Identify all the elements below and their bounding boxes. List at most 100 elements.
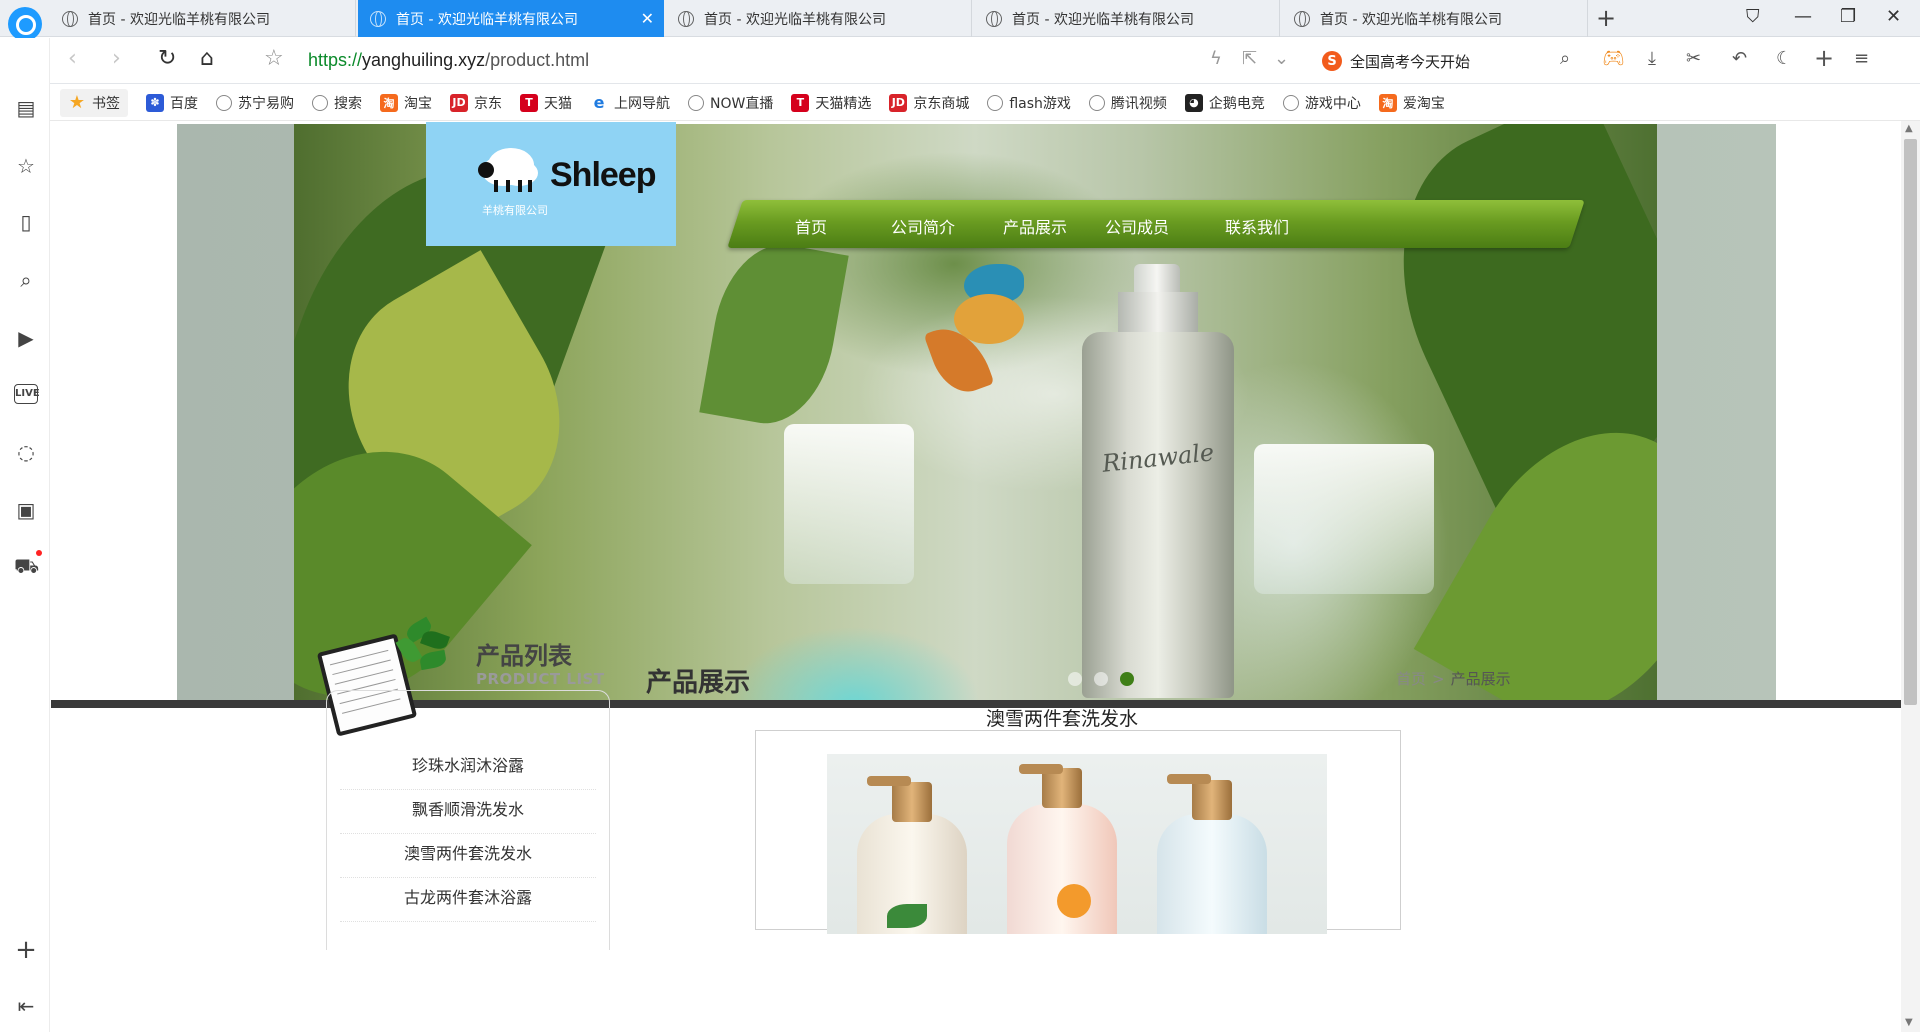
nav-products[interactable]: 产品展示: [1003, 214, 1067, 238]
bookmark-search[interactable]: 搜索: [312, 93, 362, 113]
leaf-shape: [699, 234, 849, 434]
nav-contact[interactable]: 联系我们: [1225, 214, 1289, 238]
product-list: 珍珠水润沐浴露 飘香顺滑洗发水 澳雪两件套洗发水 古龙两件套沐浴露: [340, 746, 596, 922]
tab-bar: 首页 - 欢迎光临羊桃有限公司 首页 - 欢迎光临羊桃有限公司 ✕ 首页 - 欢迎…: [0, 0, 1920, 41]
url-field[interactable]: https://yanghuiling.xyz/product.html: [308, 50, 589, 71]
share-icon[interactable]: ⇱: [1242, 48, 1257, 69]
bookmark-jd-mall[interactable]: JD 京东商城: [889, 93, 969, 113]
cart-icon[interactable]: ⛟: [14, 550, 42, 578]
bookmark-baidu[interactable]: ✽ 百度: [146, 93, 198, 113]
nav-about[interactable]: 公司简介: [891, 214, 955, 238]
bookmark-tmall[interactable]: T 天猫: [520, 93, 572, 113]
news-icon[interactable]: ▤: [14, 96, 38, 120]
menu-icon[interactable]: ≡: [1854, 48, 1869, 69]
briefcase-icon[interactable]: ▣: [14, 498, 38, 522]
vertical-scrollbar[interactable]: ▲ ▼: [1901, 121, 1920, 1032]
orange-decoration: [1057, 884, 1091, 918]
sogou-icon[interactable]: S: [1322, 51, 1342, 71]
globe-icon: [62, 10, 78, 27]
bookmark-tencent-video[interactable]: 腾讯视频: [1088, 93, 1167, 113]
tab-title: 首页 - 欢迎光临羊桃有限公司: [704, 11, 886, 28]
search-icon[interactable]: ⌕: [1560, 48, 1570, 69]
video-icon[interactable]: ▶: [14, 326, 38, 350]
book-icon[interactable]: ▯: [14, 210, 38, 234]
live-icon[interactable]: LIVE: [14, 384, 40, 404]
taobao-icon: 淘: [1378, 93, 1397, 112]
tab-3[interactable]: 首页 - 欢迎光临羊桃有限公司: [666, 0, 972, 37]
slider-dot-active[interactable]: [1120, 672, 1134, 686]
close-tab-icon[interactable]: ✕: [641, 9, 654, 28]
list-item[interactable]: 澳雪两件套洗发水: [340, 834, 596, 878]
bookmark-taobao[interactable]: 淘淘宝: [380, 93, 432, 113]
list-item[interactable]: 飘香顺滑洗发水: [340, 790, 596, 834]
bookmark-flash[interactable]: flash游戏: [987, 93, 1071, 113]
browser-logo-icon[interactable]: [8, 7, 42, 41]
site-logo[interactable]: Shleep 羊桃有限公司: [426, 122, 676, 246]
back-button[interactable]: ‹: [68, 46, 77, 71]
nav-members[interactable]: 公司成员: [1105, 214, 1169, 238]
collapse-sidebar-icon[interactable]: ⇤: [14, 994, 38, 1018]
scroll-up-arrow[interactable]: ▲: [1905, 123, 1913, 134]
favorites-star-icon[interactable]: ☆: [14, 154, 38, 178]
chat-icon[interactable]: ◌: [14, 440, 38, 464]
add-icon[interactable]: +: [1814, 44, 1834, 72]
undo-icon[interactable]: ↶: [1732, 48, 1747, 69]
gamepad-icon[interactable]: 🎮︎: [1602, 48, 1625, 69]
bookmark-jd[interactable]: JD 京东: [450, 93, 502, 113]
bookmark-folder[interactable]: ★ 书签: [60, 88, 128, 117]
breadcrumb-home[interactable]: 首页: [1396, 670, 1426, 688]
scroll-down-arrow[interactable]: ▼: [1905, 1017, 1913, 1028]
shirt-skin-icon[interactable]: ⛉: [1746, 6, 1760, 27]
lightning-icon[interactable]: ϟ: [1210, 48, 1222, 69]
slider-dot[interactable]: [1068, 672, 1082, 686]
new-tab-button[interactable]: +: [1596, 4, 1616, 32]
close-window-button[interactable]: ✕: [1886, 6, 1901, 27]
tab-title: 首页 - 欢迎光临羊桃有限公司: [396, 11, 578, 28]
ie-icon: e: [593, 93, 605, 112]
globe-icon: [678, 10, 694, 27]
nav-home[interactable]: 首页: [795, 214, 827, 238]
chevron-right-icon: >: [1432, 670, 1445, 688]
search-text: 全国高考今天开始: [1350, 52, 1471, 71]
bookmark-game-center[interactable]: 游戏中心: [1282, 93, 1361, 113]
search-icon[interactable]: ⌕: [14, 268, 38, 292]
plant-icon: [386, 612, 456, 682]
bookmark-suning[interactable]: 苏宁易购: [216, 93, 294, 113]
list-item[interactable]: 珍珠水润沐浴露: [340, 746, 596, 790]
slider-dot[interactable]: [1094, 672, 1108, 686]
bookmark-penguin[interactable]: ◕ 企鹅电竞: [1184, 93, 1265, 113]
globe-icon: [1294, 10, 1310, 27]
add-icon[interactable]: +: [14, 937, 38, 963]
chevron-down-icon[interactable]: ⌄: [1274, 48, 1289, 69]
minimize-button[interactable]: —: [1794, 6, 1812, 27]
refresh-icon[interactable]: ↻: [158, 46, 176, 71]
globe-icon: [370, 10, 386, 27]
penguin-icon: ◕: [1184, 93, 1203, 112]
bookmark-tmall-select[interactable]: T 天猫精选: [791, 93, 871, 113]
list-item[interactable]: 古龙两件套沐浴露: [340, 878, 596, 922]
favorite-star-icon[interactable]: ☆: [264, 46, 284, 71]
scissors-icon[interactable]: ✂: [1686, 48, 1701, 69]
night-mode-icon[interactable]: ☾: [1776, 48, 1792, 69]
jd-icon: JD: [889, 93, 908, 112]
tab-5[interactable]: 首页 - 欢迎光临羊桃有限公司: [1282, 0, 1588, 37]
tab-title: 首页 - 欢迎光临羊桃有限公司: [88, 11, 270, 28]
bookmark-ai-taobao[interactable]: 淘爱淘宝: [1378, 93, 1445, 113]
bookmark-now[interactable]: NOW直播: [688, 93, 773, 113]
download-icon[interactable]: ⤓: [1648, 48, 1656, 69]
browser-sidebar: ▤ ☆ ▯ ⌕ ▶ LIVE ◌ ▣ ⛟ + ⇤: [0, 38, 50, 1032]
product-bottle: Rinawale: [1082, 264, 1234, 698]
forward-button[interactable]: ›: [112, 46, 121, 71]
globe-icon: [1088, 94, 1105, 111]
home-icon[interactable]: ⌂: [200, 46, 214, 71]
globe-icon: [987, 94, 1004, 111]
scrollbar-thumb[interactable]: [1904, 139, 1917, 705]
globe-icon: [986, 10, 1002, 27]
bookmark-nav[interactable]: e 上网导航: [590, 93, 670, 113]
notification-dot: [36, 550, 42, 556]
search-field[interactable]: S 全国高考今天开始: [1322, 46, 1622, 76]
tab-2-active[interactable]: 首页 - 欢迎光临羊桃有限公司 ✕: [358, 0, 664, 37]
restore-button[interactable]: ❐: [1840, 6, 1856, 27]
tab-1[interactable]: 首页 - 欢迎光临羊桃有限公司: [50, 0, 356, 37]
tab-4[interactable]: 首页 - 欢迎光临羊桃有限公司: [974, 0, 1280, 37]
